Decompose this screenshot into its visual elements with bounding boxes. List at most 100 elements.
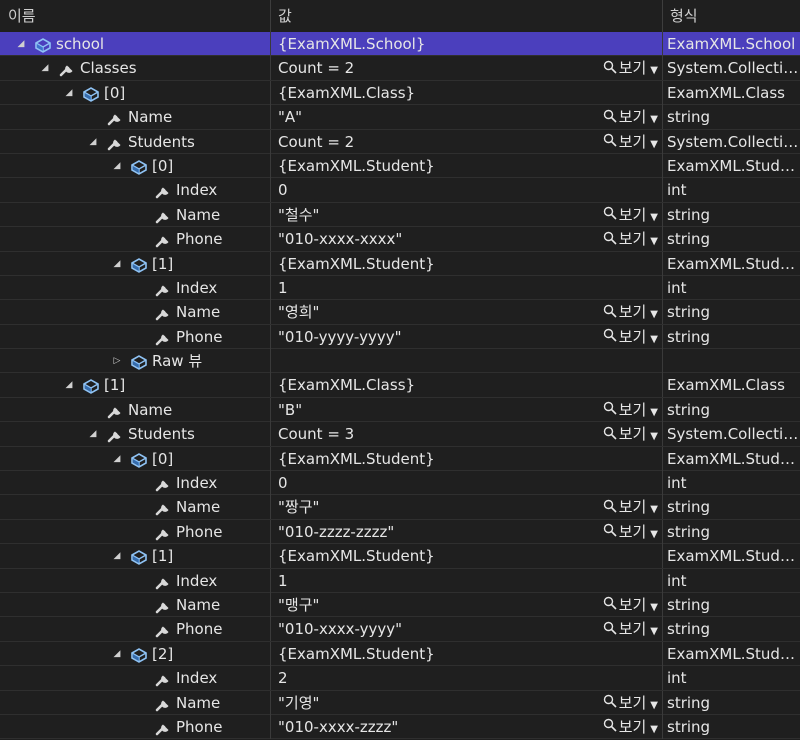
visualizer-view-button[interactable]: 보기 ▼ — [603, 325, 658, 349]
value-cell[interactable]: "010-xxxx-yyyy" 보기 ▼ — [270, 617, 662, 642]
dropdown-arrow-icon[interactable]: ▼ — [650, 498, 658, 519]
visualizer-view-button[interactable]: 보기 ▼ — [603, 56, 658, 80]
value-cell[interactable]: {ExamXML.Student} — [270, 153, 662, 178]
value-cell[interactable]: 0 — [270, 471, 662, 496]
watch-row[interactable]: Name "짱구" 보기 ▼ string — [0, 495, 800, 520]
dropdown-arrow-icon[interactable]: ▼ — [650, 718, 658, 739]
visualizer-view-button[interactable]: 보기 ▼ — [603, 422, 658, 446]
value-cell[interactable]: Count = 2 보기 ▼ — [270, 129, 662, 154]
header-name[interactable]: 이름 — [0, 0, 270, 32]
watch-row[interactable]: Index 0 int — [0, 471, 800, 496]
watch-row[interactable]: ◢ [0] {ExamXML.Student} ExamXML.Student — [0, 153, 800, 179]
visualizer-view-button[interactable]: 보기 ▼ — [603, 300, 658, 324]
dropdown-arrow-icon[interactable]: ▼ — [650, 303, 658, 324]
value-cell[interactable]: "010-yyyy-yyyy" 보기 ▼ — [270, 324, 662, 349]
collapse-arrow-icon[interactable]: ◢ — [14, 32, 28, 56]
value-cell[interactable]: "010-zzzz-zzzz" 보기 ▼ — [270, 519, 662, 544]
watch-row[interactable]: ◢ [1] {ExamXML.Student} ExamXML.Student — [0, 251, 800, 276]
watch-row[interactable]: ▷ Raw 뷰 — [0, 349, 800, 374]
visualizer-view-button[interactable]: 보기 ▼ — [603, 495, 658, 519]
watch-row[interactable]: ◢ Classes Count = 2 보기▼ System.Collections.G… — [0, 56, 800, 81]
watch-row[interactable]: Name "철수" 보기 ▼ string — [0, 202, 800, 228]
watch-row[interactable]: ◢ school {ExamXML.School} ExamXML.School — [0, 32, 800, 57]
watch-row[interactable]: Name "맹구" 보기 ▼ string — [0, 592, 800, 618]
visualizer-view-button[interactable]: 보기 ▼ — [603, 105, 658, 129]
visualizer-view-button[interactable]: 보기 ▼ — [603, 715, 658, 739]
visualizer-view-button[interactable]: 보기 ▼ — [603, 203, 658, 227]
dropdown-arrow-icon[interactable]: ▼ — [650, 108, 658, 129]
collapse-arrow-icon[interactable]: ◢ — [62, 81, 76, 105]
value-cell[interactable]: "010-xxxx-xxxx" 보기 ▼ — [270, 227, 662, 252]
dropdown-arrow-icon[interactable]: ▼ — [650, 133, 658, 154]
value-cell[interactable]: {ExamXML.Student} — [270, 251, 662, 276]
visualizer-view-button[interactable]: 보기 ▼ — [603, 691, 658, 715]
collapse-arrow-icon[interactable]: ◢ — [110, 544, 124, 568]
watch-row[interactable]: ◢ [0] {ExamXML.Student} ExamXML.Student — [0, 446, 800, 472]
value-cell[interactable]: {ExamXML.Student} — [270, 544, 662, 569]
header-value[interactable]: 값 — [270, 0, 662, 32]
collapse-arrow-icon[interactable]: ◢ — [110, 252, 124, 276]
watch-row[interactable]: Index 2 int — [0, 666, 800, 691]
watch-row[interactable]: Phone "010-xxxx-yyyy" 보기 ▼ string — [0, 617, 800, 642]
value-cell[interactable]: "맹구" 보기 ▼ — [270, 592, 662, 617]
value-cell[interactable]: Count = 3 보기 ▼ — [270, 422, 662, 447]
watch-row[interactable]: Name "A" 보기 ▼ string — [0, 105, 800, 130]
dropdown-arrow-icon[interactable]: ▼ — [650, 401, 658, 422]
watch-row[interactable]: Index 0 int — [0, 178, 800, 203]
watch-row[interactable]: Index 1 int — [0, 568, 800, 593]
watch-row[interactable]: Name "기영" 보기 ▼ string — [0, 690, 800, 715]
collapse-arrow-icon[interactable]: ◢ — [62, 373, 76, 397]
value-cell[interactable]: "A" 보기 ▼ — [270, 105, 662, 130]
collapse-arrow-icon[interactable]: ◢ — [38, 56, 52, 80]
dropdown-arrow-icon[interactable]: ▼ — [650, 694, 658, 715]
dropdown-arrow-icon[interactable]: ▼ — [650, 59, 658, 80]
watch-row[interactable]: Phone "010-xxxx-zzzz" 보기 ▼ string — [0, 714, 800, 740]
expand-arrow-icon[interactable]: ▷ — [110, 349, 124, 373]
dropdown-arrow-icon[interactable]: ▼ — [650, 328, 658, 349]
value-cell[interactable]: 1 — [270, 568, 662, 593]
dropdown-arrow-icon[interactable]: ▼ — [650, 425, 658, 446]
visualizer-view-button[interactable]: 보기 ▼ — [603, 227, 658, 251]
watch-row[interactable]: Name "영희" 보기 ▼ string — [0, 300, 800, 325]
collapse-arrow-icon[interactable]: ◢ — [110, 154, 124, 178]
dropdown-arrow-icon[interactable]: ▼ — [650, 620, 658, 641]
value-cell[interactable]: "010-xxxx-zzzz" 보기 ▼ — [270, 714, 662, 739]
watch-row[interactable]: Phone "010-zzzz-zzzz" 보기 ▼ string — [0, 519, 800, 545]
watch-row[interactable]: Phone "010-xxxx-xxxx" 보기 ▼ string — [0, 227, 800, 252]
value-cell[interactable]: Count = 2 보기 ▼ — [270, 56, 662, 81]
dropdown-arrow-icon[interactable]: ▼ — [650, 206, 658, 227]
value-cell[interactable]: {ExamXML.Student} — [270, 641, 662, 666]
watch-row[interactable]: ◢ Students Count = 3 보기▼ System.Collections.… — [0, 422, 800, 447]
value-cell[interactable]: {ExamXML.Class} — [270, 80, 662, 105]
collapse-arrow-icon[interactable]: ◢ — [110, 642, 124, 666]
dropdown-arrow-icon[interactable]: ▼ — [650, 523, 658, 544]
value-cell[interactable]: {ExamXML.Student} — [270, 446, 662, 471]
visualizer-view-button[interactable]: 보기 ▼ — [603, 130, 658, 154]
visualizer-view-button[interactable]: 보기 ▼ — [603, 398, 658, 422]
visualizer-view-button[interactable]: 보기 ▼ — [603, 617, 658, 641]
watch-row[interactable]: Name "B" 보기 ▼ string — [0, 397, 800, 423]
watch-row[interactable]: ◢ [1] {ExamXML.Class} ExamXML.Class — [0, 373, 800, 398]
collapse-arrow-icon[interactable]: ◢ — [86, 422, 100, 446]
value-cell[interactable]: "영희" 보기 ▼ — [270, 300, 662, 325]
value-cell[interactable]: "철수" 보기 ▼ — [270, 202, 662, 227]
watch-row[interactable]: Index 1 int — [0, 275, 800, 301]
watch-row[interactable]: ◢ Students Count = 2 보기▼ System.Collections.… — [0, 129, 800, 154]
value-cell[interactable] — [270, 349, 662, 374]
visualizer-view-button[interactable]: 보기 ▼ — [603, 520, 658, 544]
watch-row[interactable]: ◢ [1] {ExamXML.Student} ExamXML.Student — [0, 544, 800, 569]
collapse-arrow-icon[interactable]: ◢ — [86, 130, 100, 154]
value-cell[interactable]: {ExamXML.School} — [270, 32, 662, 56]
value-cell[interactable]: 0 — [270, 178, 662, 203]
watch-row[interactable]: ◢ [0] {ExamXML.Class} ExamXML.Class — [0, 80, 800, 106]
watch-row[interactable]: Phone "010-yyyy-yyyy" 보기 ▼ string — [0, 324, 800, 350]
watch-row[interactable]: ◢ [2] {ExamXML.Student} ExamXML.Student — [0, 641, 800, 667]
value-cell[interactable]: "짱구" 보기 ▼ — [270, 495, 662, 520]
value-cell[interactable]: {ExamXML.Class} — [270, 373, 662, 398]
header-type[interactable]: 형식 — [662, 0, 800, 32]
dropdown-arrow-icon[interactable]: ▼ — [650, 596, 658, 617]
value-cell[interactable]: "B" 보기 ▼ — [270, 397, 662, 422]
collapse-arrow-icon[interactable]: ◢ — [110, 447, 124, 471]
dropdown-arrow-icon[interactable]: ▼ — [650, 230, 658, 251]
value-cell[interactable]: 2 — [270, 666, 662, 691]
